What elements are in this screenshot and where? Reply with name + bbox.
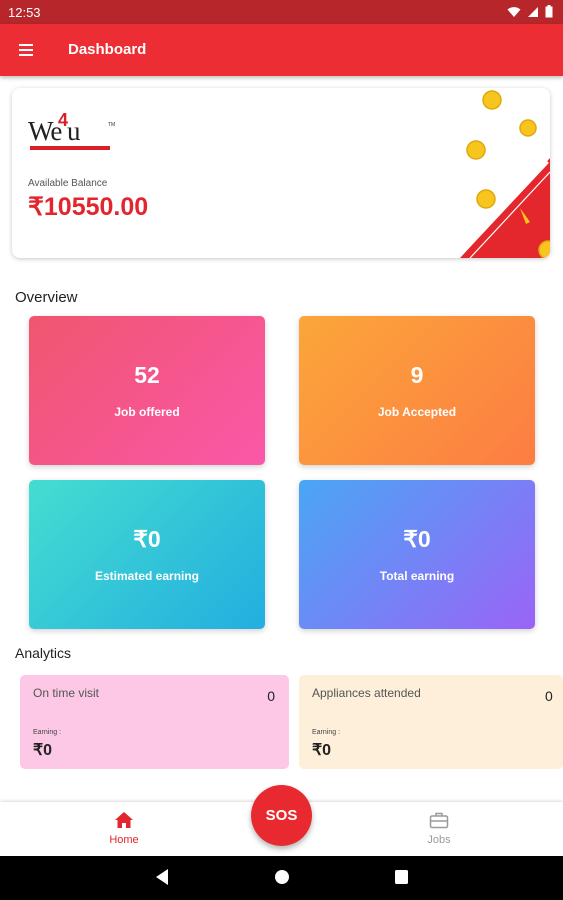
- earning-label: Earning :: [312, 729, 341, 736]
- logo-tm: TM: [108, 122, 116, 128]
- briefcase-icon: [429, 812, 449, 829]
- estimated-earning-card[interactable]: ₹0 Estimated earning: [29, 480, 265, 629]
- earning-value: ₹0: [312, 742, 332, 759]
- job-accepted-label: Job Accepted: [377, 405, 457, 419]
- menu-icon[interactable]: [16, 40, 38, 60]
- recents-icon[interactable]: [394, 868, 410, 886]
- wifi-icon: [507, 6, 521, 17]
- appliances-attended-card[interactable]: Appliances attended 0 Earning : ₹0: [299, 675, 563, 769]
- nav-jobs[interactable]: Jobs: [379, 802, 499, 856]
- job-accepted-value: 9: [410, 362, 424, 388]
- job-offered-card[interactable]: 52 Job offered: [29, 316, 265, 465]
- job-offered-label: Job offered: [114, 405, 180, 419]
- home-circle-icon[interactable]: [273, 868, 291, 886]
- logo-four: 4: [58, 110, 69, 130]
- page-title: Dashboard: [68, 41, 147, 58]
- logo-text: We u: [28, 116, 81, 146]
- on-time-visit-title: On time visit: [33, 686, 100, 700]
- balance-label: Available Balance: [28, 178, 108, 189]
- total-earning-card[interactable]: ₹0 Total earning: [299, 480, 535, 629]
- app-bar: Dashboard: [0, 24, 563, 76]
- job-accepted-card[interactable]: 9 Job Accepted: [299, 316, 535, 465]
- signal-icon: [528, 6, 538, 17]
- total-earning-value: ₹0: [403, 526, 431, 552]
- status-time: 12:53: [8, 5, 41, 20]
- back-icon[interactable]: [154, 868, 170, 886]
- sos-button[interactable]: SOS: [251, 785, 312, 846]
- estimated-earning-label: Estimated earning: [94, 569, 200, 583]
- system-navigation-bar: [0, 856, 563, 900]
- coins-decoration-icon: [459, 90, 550, 258]
- status-bar: 12:53: [0, 0, 563, 24]
- total-earning-label: Total earning: [379, 569, 455, 583]
- balance-card: We u 4 TM Available Balance ₹10550.00: [12, 88, 550, 258]
- overview-title: Overview: [15, 289, 78, 306]
- earning-value: ₹0: [33, 742, 53, 759]
- on-time-visit-card[interactable]: On time visit 0 Earning : ₹0: [20, 675, 289, 769]
- on-time-visit-count: 0: [267, 688, 275, 704]
- analytics-title: Analytics: [15, 645, 72, 661]
- we4u-logo: We u 4 TM: [28, 110, 118, 150]
- earning-label: Earning :: [33, 729, 62, 736]
- nav-home[interactable]: Home: [64, 802, 184, 856]
- logo-underline: [30, 146, 110, 150]
- appliances-attended-title: Appliances attended: [312, 686, 421, 700]
- battery-icon: [545, 5, 553, 18]
- status-icons: [507, 5, 553, 18]
- estimated-earning-value: ₹0: [133, 526, 161, 552]
- balance-amount: ₹10550.00: [28, 193, 149, 221]
- job-offered-value: 52: [134, 362, 160, 388]
- home-icon: [115, 812, 133, 828]
- nav-home-label: Home: [109, 834, 139, 846]
- nav-jobs-label: Jobs: [427, 834, 451, 846]
- appliances-attended-count: 0: [545, 688, 553, 704]
